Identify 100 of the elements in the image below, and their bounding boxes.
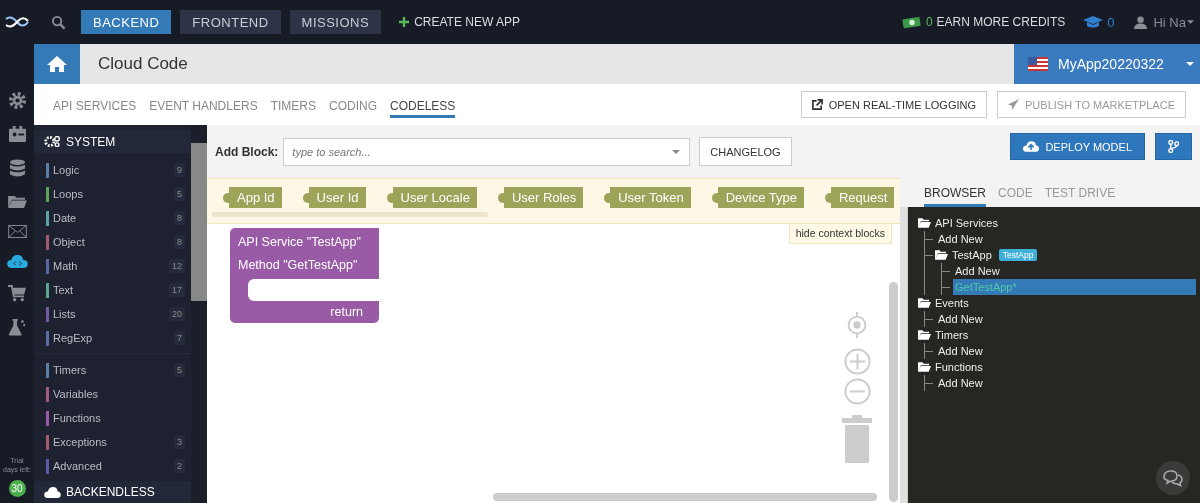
block-category[interactable]: Advanced 2 [46, 454, 185, 479]
flask-icon[interactable] [8, 318, 26, 336]
chat-icon [1162, 469, 1184, 487]
block-category[interactable]: Object 8 [46, 230, 185, 255]
database-icon[interactable] [8, 159, 26, 178]
paper-plane-icon [1008, 99, 1019, 110]
scrollbar[interactable] [191, 125, 207, 503]
home-icon [47, 55, 67, 73]
folder-icon [918, 362, 931, 372]
home-button[interactable] [34, 44, 80, 84]
gear-icon[interactable] [7, 91, 27, 110]
block-label: API Service "TestApp" [237, 234, 362, 251]
folder-icon [918, 330, 931, 340]
puzzle-tab-icon [302, 192, 309, 203]
block-category[interactable]: Loops 5 [46, 182, 185, 207]
category-label: Functions [53, 412, 102, 425]
deploy-button[interactable]: DEPLOY MODEL [1010, 133, 1145, 160]
category-label: Exceptions [53, 436, 108, 449]
branch-icon [1168, 140, 1179, 153]
folder-icon [935, 250, 948, 260]
user-menu[interactable]: Hi Na [1153, 14, 1186, 30]
tree-item[interactable]: API Services [933, 215, 1000, 231]
block-category[interactable]: Exceptions 3 [46, 430, 185, 455]
tab[interactable]: CODELESS [390, 91, 456, 118]
page-title: Cloud Code [98, 54, 188, 74]
category-label: Loops [53, 188, 84, 201]
block-label: Method "GetTestApp" [237, 257, 359, 274]
id-card-icon[interactable] [7, 126, 27, 143]
changelog-button[interactable]: CHANGELOG [699, 137, 792, 166]
block-category[interactable]: Math 12 [46, 254, 185, 279]
category-label: Variables [53, 388, 100, 401]
block-label: return [329, 304, 364, 321]
money-icon [901, 15, 922, 29]
tree-item[interactable]: Add New [953, 263, 1002, 279]
tree-item[interactable]: Add New [936, 375, 985, 391]
block-category[interactable]: Timers 5 [46, 358, 185, 383]
hide-context-blocks-button[interactable]: hide context blocks [788, 224, 892, 244]
tree-item[interactable]: Functions [933, 359, 985, 375]
section-header[interactable]: SYSTEM [34, 130, 191, 154]
tree-item[interactable]: Events [933, 295, 971, 311]
caret-icon [1186, 62, 1194, 66]
education-count: 0 [1107, 14, 1115, 30]
scrollbar[interactable] [493, 493, 877, 501]
category-label: Math [53, 260, 79, 273]
app-selector[interactable]: MyApp20220322 [1014, 44, 1200, 84]
search-icon[interactable] [51, 14, 66, 30]
category-label: Date [53, 212, 78, 225]
tree-item[interactable]: Add New [936, 343, 985, 359]
puzzle-tab-icon [497, 192, 504, 203]
category-label: RegExp [53, 332, 94, 345]
method-block[interactable]: API Service "TestApp" Method "GetTestApp" return [230, 228, 379, 323]
caret-icon [1187, 20, 1194, 24]
category-count: 7 [174, 331, 185, 346]
gears-icon [44, 136, 61, 148]
category-count: 2 [174, 459, 185, 474]
category-label: Logic [53, 164, 81, 177]
tree-item[interactable]: TestApp [950, 247, 994, 263]
earn-credits-link[interactable]: EARN MORE CREDITS [936, 15, 1066, 29]
cloud-icon[interactable] [6, 254, 28, 269]
nav-button[interactable]: BACKEND [81, 10, 172, 34]
block-category[interactable]: Functions [46, 406, 185, 431]
tab[interactable]: TIMERS [270, 91, 316, 118]
category-count: 3 [174, 435, 185, 450]
tree-item[interactable]: Add New [936, 231, 985, 247]
nav-button[interactable]: MISSIONS [289, 10, 382, 34]
envelope-icon[interactable] [7, 225, 27, 238]
plus-icon [399, 17, 410, 27]
block-category[interactable]: Text 17 [46, 278, 185, 303]
puzzle-tab-icon [223, 192, 229, 203]
category-count: 8 [174, 211, 185, 226]
tab[interactable]: API SERVICES [53, 91, 137, 118]
puzzle-tab-icon [604, 192, 611, 203]
logo-icon[interactable] [5, 16, 29, 28]
block-category[interactable]: Lists 20 [46, 302, 185, 327]
graduation-cap-icon[interactable] [1083, 15, 1104, 29]
scrollbar[interactable] [889, 282, 898, 502]
create-app-button[interactable]: CREATE NEW APP [399, 15, 520, 29]
scrollbar[interactable] [212, 212, 488, 217]
tree-item[interactable]: Timers [933, 327, 971, 343]
action-button[interactable]: OPEN REAL-TIME LOGGING [800, 91, 987, 118]
category-count: 9 [174, 163, 185, 178]
block-category[interactable]: RegExp 7 [46, 326, 185, 351]
tree-item[interactable]: Add New [936, 311, 985, 327]
folder-icon[interactable] [7, 194, 27, 209]
external-link-icon [811, 99, 823, 110]
block-category[interactable]: Date 8 [46, 206, 185, 231]
category-count: 8 [174, 235, 185, 250]
section-header[interactable]: BACKENDLESS [34, 481, 191, 503]
category-count: 17 [169, 283, 185, 298]
block-category[interactable]: Variables [46, 382, 185, 407]
flag-icon [1028, 57, 1048, 71]
cart-icon[interactable] [7, 285, 27, 302]
folder-icon [918, 218, 931, 228]
block-search-field[interactable]: type to search... [283, 137, 691, 166]
tab[interactable]: CODING [329, 91, 377, 118]
block-category[interactable]: Logic 9 [46, 158, 185, 183]
nav-button[interactable]: FRONTEND [180, 10, 281, 34]
tab[interactable]: EVENT HANDLERS [149, 91, 258, 118]
branch-button[interactable] [1155, 133, 1192, 160]
category-count: 20 [169, 307, 185, 322]
